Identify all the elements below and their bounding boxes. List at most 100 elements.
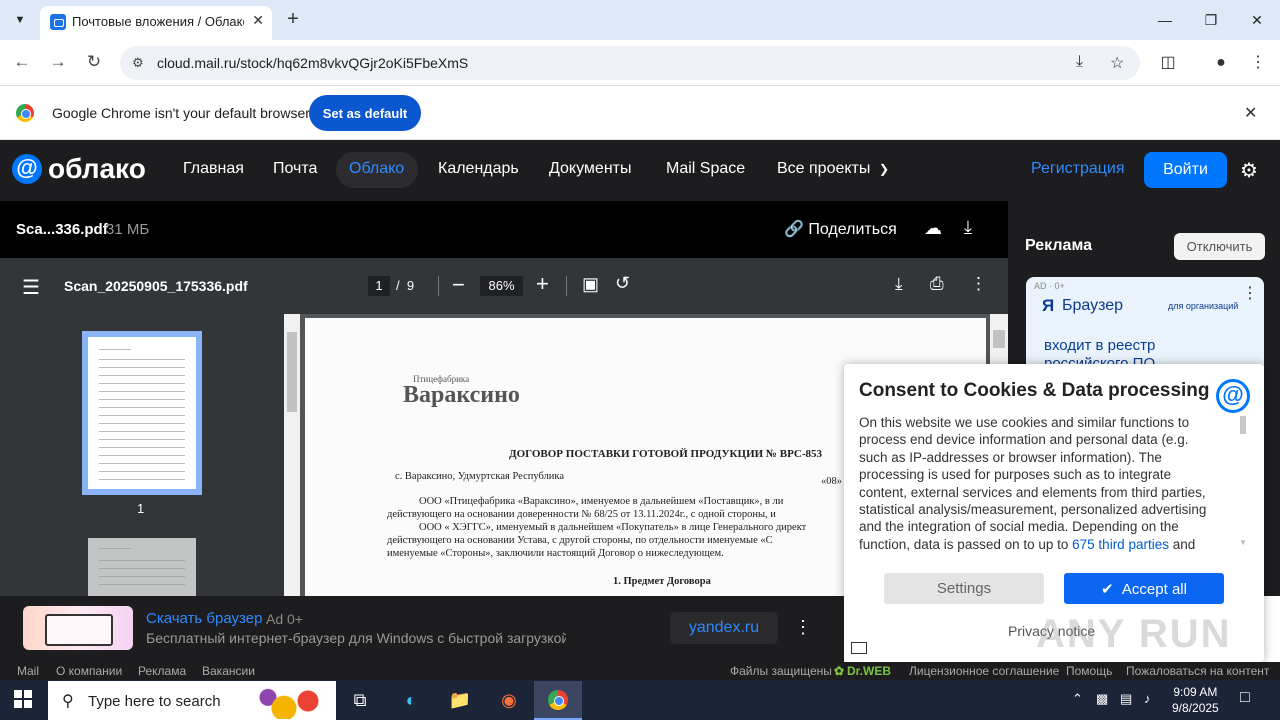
set-default-button[interactable]: Set as default — [309, 95, 421, 131]
infobar-close-icon[interactable]: ✕ — [1244, 103, 1257, 123]
third-parties-link[interactable]: 675 third parties — [1072, 537, 1169, 552]
chrome-menu-icon[interactable]: ⋮ — [1245, 50, 1271, 76]
notifications-icon[interactable]: □ — [1240, 689, 1250, 707]
thumbnail-label: 1 — [137, 501, 145, 516]
footer-link[interactable]: Реклама — [138, 664, 186, 678]
nav-mail-space[interactable]: Mail Space — [666, 160, 745, 180]
minimize-icon[interactable]: — — [1142, 6, 1188, 34]
ad-site-button[interactable]: yandex.ru — [670, 612, 778, 644]
nav-all-projects[interactable]: Все проекты — [777, 160, 870, 180]
ad-card[interactable]: AD · 0+ Я Браузер для организаций ⋮ вход… — [1026, 277, 1264, 377]
mail-at-icon: @ — [1216, 379, 1250, 413]
firefox-icon[interactable]: ◉ — [495, 686, 523, 714]
disable-ads-button[interactable]: Отключить — [1174, 233, 1265, 260]
back-icon[interactable]: ← — [8, 48, 36, 76]
new-tab-icon[interactable]: + — [282, 7, 304, 31]
cloud-logo[interactable]: @ облако — [12, 153, 146, 185]
page-total-value: 9 — [406, 278, 415, 293]
save-to-cloud-icon[interactable]: ☁ — [924, 218, 942, 239]
doc-line: ООО « ХЭГГС», именуемый в дальнейшем «По… — [419, 522, 807, 533]
share-button[interactable]: 🔗 Поделиться — [784, 219, 897, 239]
checkmark-icon: ✔ — [1101, 580, 1122, 598]
site-info-icon[interactable]: ⚙ — [132, 55, 144, 71]
ad-link[interactable]: Скачать браузер — [146, 610, 262, 627]
tray-app-icon[interactable]: ▩ — [1096, 691, 1108, 707]
chrome-taskbar-icon[interactable] — [534, 681, 582, 720]
nav-cloud[interactable]: Облако — [336, 152, 418, 188]
footer-link[interactable]: Вакансии — [202, 664, 255, 678]
qr-icon[interactable] — [851, 642, 867, 654]
ad-more-icon[interactable]: ⋮ — [1242, 283, 1258, 303]
doc-date: «08» — [821, 476, 842, 487]
anyrun-watermark: ANY RUN — [1036, 612, 1232, 656]
footer-link[interactable]: О компании — [56, 664, 122, 678]
ad-image[interactable] — [23, 606, 133, 650]
bookmark-star-icon[interactable]: ☆ — [1110, 53, 1124, 73]
extensions-icon[interactable]: ◫ — [1155, 50, 1181, 76]
page-thumbnail[interactable] — [82, 331, 202, 495]
tab-search-icon[interactable]: ▼ — [8, 8, 32, 32]
file-explorer-icon[interactable]: 📁 — [446, 686, 474, 714]
page-thumbnail[interactable] — [88, 538, 196, 596]
footer-link[interactable]: Mail — [17, 664, 39, 678]
zoom-input[interactable]: 86% — [480, 276, 523, 296]
chrome-logo-icon — [16, 104, 34, 122]
task-view-icon[interactable]: ⧉ — [346, 686, 374, 714]
taskbar-search[interactable]: ⚲ Type here to search — [48, 681, 336, 720]
browser-tab[interactable]: Почтовые вложения / Облако ✕ — [40, 6, 272, 40]
doc-line: именуемые «Стороны», заключили настоящий… — [387, 548, 724, 559]
pdf-menu-icon[interactable]: ☰ — [22, 275, 40, 300]
thumbnail-scrollbar[interactable] — [284, 314, 300, 596]
nav-documents[interactable]: Документы — [549, 160, 631, 180]
tab-title: Почтовые вложения / Облако — [72, 14, 244, 29]
doc-place: с. Вараксино, Удмуртская Республика — [395, 471, 565, 482]
page-number-input[interactable]: 1 — [368, 276, 390, 296]
reload-icon[interactable]: ↻ — [80, 48, 108, 76]
download-icon[interactable]: ⤓ — [964, 217, 972, 238]
ad-more-icon[interactable]: ⋮ — [794, 617, 812, 638]
scroll-down-icon[interactable]: ▼ — [1239, 538, 1247, 547]
zoom-in-icon[interactable]: + — [536, 271, 549, 297]
profile-icon[interactable]: ● — [1208, 50, 1234, 76]
print-icon[interactable]: ⎙ — [930, 274, 944, 294]
windows-start-icon[interactable] — [14, 690, 32, 708]
rotate-icon[interactable]: ↺ — [615, 273, 630, 294]
window-close-icon[interactable]: ✕ — [1234, 6, 1280, 34]
consent-body: On this website we use cookies and simil… — [859, 414, 1209, 554]
edge-icon[interactable]: ◐ — [397, 686, 425, 714]
settings-gear-icon[interactable]: ⚙ — [1240, 158, 1258, 183]
consent-settings-button[interactable]: Settings — [884, 573, 1044, 604]
taskbar-search-placeholder: Type here to search — [88, 693, 221, 710]
address-bar[interactable]: ⚙ cloud.mail.ru/stock/hq62m8vkvQGjr2oKi5… — [120, 46, 1140, 80]
tab-close-icon[interactable]: ✕ — [252, 12, 264, 29]
ad-badge: AD · 0+ — [1034, 281, 1065, 291]
restore-icon[interactable]: ❐ — [1188, 6, 1234, 34]
taskbar-clock[interactable]: 9:09 AM 9/8/2025 — [1172, 684, 1219, 716]
drweb-logo[interactable]: Dr.WEB — [847, 664, 891, 678]
login-button[interactable]: Войти — [1144, 152, 1227, 188]
ad-panel-title: Реклама — [1025, 237, 1092, 254]
nav-mail[interactable]: Почта — [273, 160, 317, 180]
tray-chevron-icon[interactable]: ⌃ — [1072, 691, 1083, 707]
ad-org: для организаций — [1168, 301, 1239, 311]
pdf-download-icon[interactable]: ⤓ — [895, 274, 903, 294]
network-icon[interactable]: ▤ — [1120, 691, 1132, 707]
register-link[interactable]: Регистрация — [1031, 160, 1125, 178]
nav-home[interactable]: Главная — [183, 160, 244, 180]
pdf-more-icon[interactable]: ⋮ — [970, 274, 987, 294]
footer-link[interactable]: Пожаловаться на контент — [1126, 664, 1269, 678]
fit-page-icon[interactable]: ▣ — [582, 274, 599, 295]
zoom-out-icon[interactable]: − — [452, 272, 465, 298]
chevron-down-icon[interactable]: ❯ — [879, 162, 889, 182]
nav-calendar[interactable]: Календарь — [438, 160, 519, 180]
footer-link[interactable]: Помощь — [1066, 664, 1112, 678]
volume-icon[interactable]: ♪ — [1144, 691, 1151, 706]
doc-heading: ДОГОВОР ПОСТАВКИ ГОТОВОЙ ПРОДУКЦИИ № ВРС… — [509, 448, 823, 460]
accept-all-button[interactable]: ✔ Accept all — [1064, 573, 1224, 604]
consent-scrollbar[interactable] — [1240, 416, 1246, 434]
doc-line: действующего на основании Устава, с друг… — [387, 535, 773, 546]
file-size: 31 МБ — [106, 221, 150, 238]
forward-icon[interactable]: → — [44, 48, 72, 76]
footer-link[interactable]: Лицензионное соглашение — [909, 664, 1059, 678]
install-app-icon[interactable]: ⤓ — [1076, 53, 1083, 71]
